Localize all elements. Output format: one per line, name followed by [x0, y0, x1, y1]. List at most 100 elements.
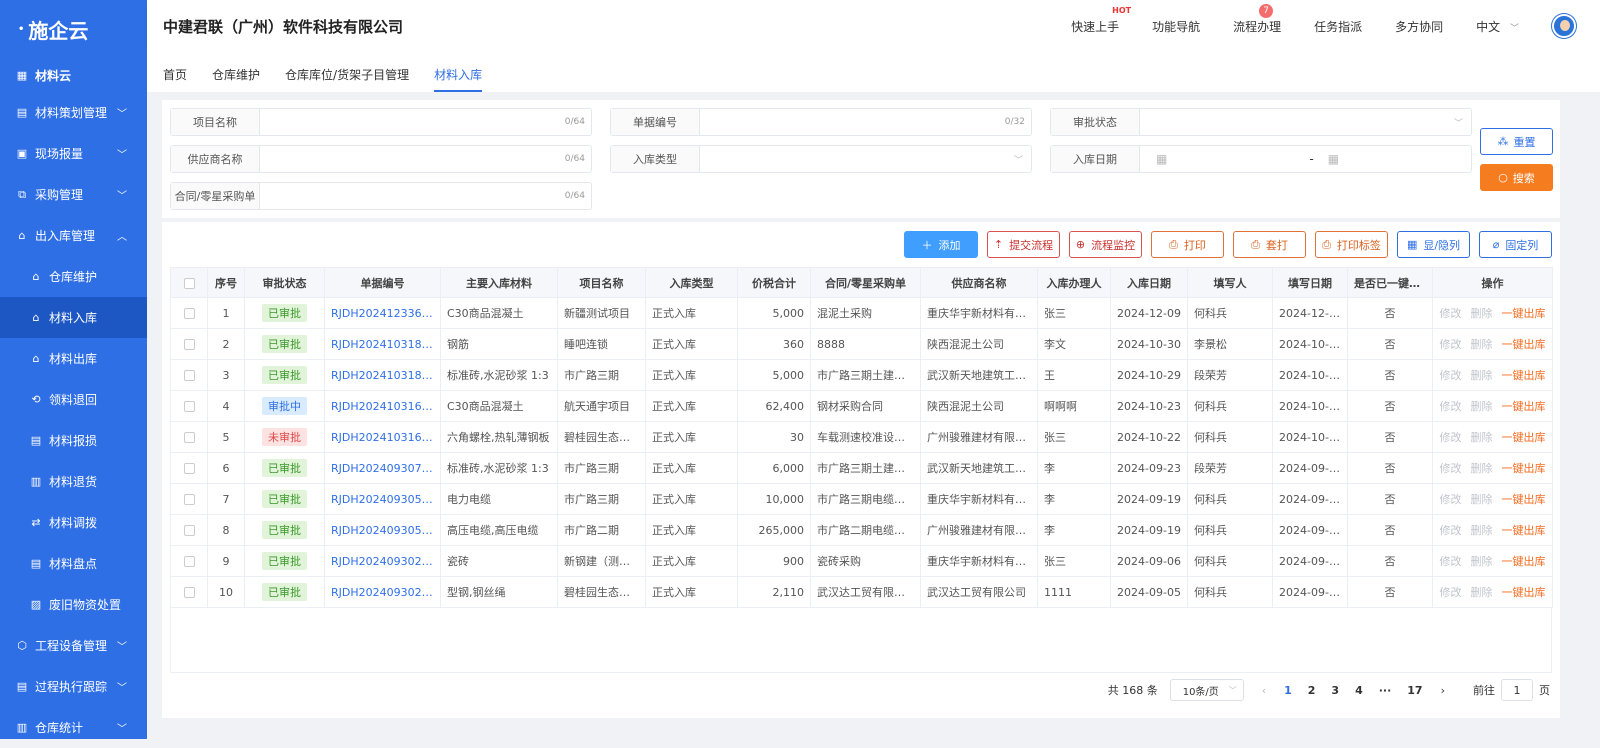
- row-checkbox[interactable]: [170, 576, 208, 608]
- page-button[interactable]: 1: [1284, 684, 1292, 697]
- sidebar-item[interactable]: ▤ 材料盘点: [0, 543, 147, 584]
- row-checkbox[interactable]: [170, 297, 208, 329]
- avatar[interactable]: [1552, 14, 1576, 38]
- table-row[interactable]: 7 已审批 RJDH20240930595 电力电缆 市广路三期 正式入库 10…: [170, 483, 1553, 515]
- doc-code-link[interactable]: RJDH20240930585: [324, 514, 441, 546]
- task-assign-link[interactable]: 任务指派: [1314, 18, 1362, 35]
- row-checkbox[interactable]: [170, 421, 208, 453]
- edit-button[interactable]: 修改: [1440, 338, 1462, 351]
- one-click-out-button[interactable]: 一键出库: [1502, 338, 1546, 351]
- delete-button[interactable]: 删除: [1471, 431, 1493, 444]
- delete-button[interactable]: 删除: [1471, 462, 1493, 475]
- one-click-out-button[interactable]: 一键出库: [1502, 400, 1546, 413]
- sidebar-item[interactable]: ▤ 材料策划管理 ﹀: [0, 92, 147, 133]
- delete-button[interactable]: 删除: [1471, 586, 1493, 599]
- edit-button[interactable]: 修改: [1440, 462, 1462, 475]
- page-button[interactable]: 2: [1308, 684, 1316, 697]
- print-label-button[interactable]: ⎙ 打印标签: [1315, 231, 1388, 258]
- table-row[interactable]: 1 已审批 RJDH20241233650 C30商品混凝土 新疆测试项目 正式…: [170, 297, 1553, 329]
- page-button[interactable]: 4: [1355, 684, 1363, 697]
- approval-status-select[interactable]: 审批状态 ﹀: [1050, 108, 1472, 136]
- process-link[interactable]: 流程办理 7: [1233, 3, 1281, 35]
- tab-home[interactable]: 首页: [163, 52, 187, 92]
- process-monitor-button[interactable]: ⊕ 流程监控: [1069, 231, 1142, 258]
- one-click-out-button[interactable]: 一键出库: [1502, 462, 1546, 475]
- contract-field[interactable]: 合同/零星采购单 0/64: [170, 182, 592, 210]
- sidebar-item[interactable]: ▤ 过程执行跟踪 ﹀: [0, 666, 147, 707]
- doc-code-link[interactable]: RJDH20240930225: [324, 545, 441, 577]
- doc-code-link[interactable]: RJDH20241031848: [324, 359, 441, 391]
- one-click-out-button[interactable]: 一键出库: [1502, 307, 1546, 320]
- in-type-select[interactable]: 入库类型 ﹀: [610, 145, 1032, 173]
- submit-process-button[interactable]: ⇡ 提交流程: [987, 231, 1060, 258]
- delete-button[interactable]: 删除: [1471, 555, 1493, 568]
- table-row[interactable]: 8 已审批 RJDH20240930585 高压电缆,高压电缆 市广路二期 正式…: [170, 514, 1553, 546]
- sidebar-item[interactable]: ⌂ 出入库管理 ︿: [0, 215, 147, 256]
- table-row[interactable]: 2 已审批 RJDH20241031890 钢筋 睡吧连锁 正式入库 360 8…: [170, 328, 1553, 360]
- fix-columns-button[interactable]: ⌀ 固定列: [1479, 231, 1552, 258]
- table-row[interactable]: 5 未审批 RJDH20241031666 六角螺栓,热轧薄钢板 碧桂园生态城.…: [170, 421, 1553, 453]
- edit-button[interactable]: 修改: [1440, 555, 1462, 568]
- sidebar-item[interactable]: ⌂ 材料出库: [0, 338, 147, 379]
- page-button[interactable]: 17: [1407, 684, 1422, 697]
- doc-code-link[interactable]: RJDH20240930724: [324, 452, 441, 484]
- delete-button[interactable]: 删除: [1471, 400, 1493, 413]
- row-checkbox[interactable]: [170, 328, 208, 360]
- sidebar-item[interactable]: ▨ 废旧物资处置: [0, 584, 147, 625]
- doc-code-link[interactable]: RJDH20241031683: [324, 390, 441, 422]
- sidebar-item[interactable]: ▣ 现场报量 ﹀: [0, 133, 147, 174]
- sidebar-item[interactable]: ⟲ 领料退回: [0, 379, 147, 420]
- doc-code-link[interactable]: RJDH20241031666: [324, 421, 441, 453]
- tab-warehouse[interactable]: 仓库维护: [212, 52, 260, 92]
- page-button[interactable]: ···: [1379, 684, 1392, 697]
- page-size-select[interactable]: 10条/页 ﹀: [1169, 679, 1244, 701]
- page-button[interactable]: 3: [1331, 684, 1339, 697]
- table-row[interactable]: 4 审批中 RJDH20241031683 C30商品混凝土 航天通宇项目 正式…: [170, 390, 1553, 422]
- doc-code-link[interactable]: RJDH20240930595: [324, 483, 441, 515]
- delete-button[interactable]: 删除: [1471, 307, 1493, 320]
- one-click-out-button[interactable]: 一键出库: [1502, 555, 1546, 568]
- row-checkbox[interactable]: [170, 452, 208, 484]
- reset-button[interactable]: ⁂ 重置: [1480, 128, 1553, 155]
- edit-button[interactable]: 修改: [1440, 524, 1462, 537]
- select-all-checkbox[interactable]: [170, 267, 208, 298]
- one-click-out-button[interactable]: 一键出库: [1502, 431, 1546, 444]
- next-page-button[interactable]: ›: [1441, 684, 1445, 697]
- goto-page-input[interactable]: 1: [1501, 679, 1533, 701]
- project-name-field[interactable]: 项目名称 0/64: [170, 108, 592, 136]
- collaboration-link[interactable]: 多方协同: [1395, 18, 1443, 35]
- delete-button[interactable]: 删除: [1471, 493, 1493, 506]
- sidebar-item[interactable]: ⌂ 仓库维护: [0, 256, 147, 297]
- sidebar-item[interactable]: ⌂ 材料入库: [0, 297, 147, 338]
- function-nav-link[interactable]: 功能导航: [1152, 18, 1200, 35]
- tab-shelf[interactable]: 仓库库位/货架子目管理: [285, 52, 409, 92]
- edit-button[interactable]: 修改: [1440, 307, 1462, 320]
- doc-code-link[interactable]: RJDH20240930211: [324, 576, 441, 608]
- doc-number-field[interactable]: 单据编号 0/32: [610, 108, 1032, 136]
- delete-button[interactable]: 删除: [1471, 338, 1493, 351]
- set-print-button[interactable]: ⎙ 套打: [1233, 231, 1306, 258]
- quick-start-link[interactable]: 快速上手 HOT: [1071, 6, 1131, 35]
- add-button[interactable]: ＋添加: [904, 231, 978, 258]
- sidebar-item[interactable]: ▥ 材料退货: [0, 461, 147, 502]
- one-click-out-button[interactable]: 一键出库: [1502, 586, 1546, 599]
- delete-button[interactable]: 删除: [1471, 524, 1493, 537]
- doc-code-link[interactable]: RJDH20241031890: [324, 328, 441, 360]
- table-row[interactable]: 6 已审批 RJDH20240930724 标准砖,水泥砂浆 1:3 市广路三期…: [170, 452, 1553, 484]
- toggle-columns-button[interactable]: ▦ 显/隐列: [1397, 231, 1470, 258]
- print-button[interactable]: ⎙ 打印: [1151, 231, 1224, 258]
- table-row[interactable]: 9 已审批 RJDH20240930225 瓷砖 新钢建（测试） 正式入库 90…: [170, 545, 1553, 577]
- edit-button[interactable]: 修改: [1440, 400, 1462, 413]
- search-button[interactable]: ○ 搜索: [1480, 164, 1553, 191]
- row-checkbox[interactable]: [170, 359, 208, 391]
- sidebar-item[interactable]: ▤ 材料报损: [0, 420, 147, 461]
- prev-page-button[interactable]: ‹: [1262, 684, 1266, 697]
- edit-button[interactable]: 修改: [1440, 586, 1462, 599]
- row-checkbox[interactable]: [170, 390, 208, 422]
- doc-code-link[interactable]: RJDH20241233650: [324, 297, 441, 329]
- edit-button[interactable]: 修改: [1440, 493, 1462, 506]
- one-click-out-button[interactable]: 一键出库: [1502, 524, 1546, 537]
- row-checkbox[interactable]: [170, 545, 208, 577]
- sidebar-item[interactable]: ⧉ 采购管理 ﹀: [0, 174, 147, 215]
- sidebar-item[interactable]: ▦ 材料云: [0, 58, 147, 92]
